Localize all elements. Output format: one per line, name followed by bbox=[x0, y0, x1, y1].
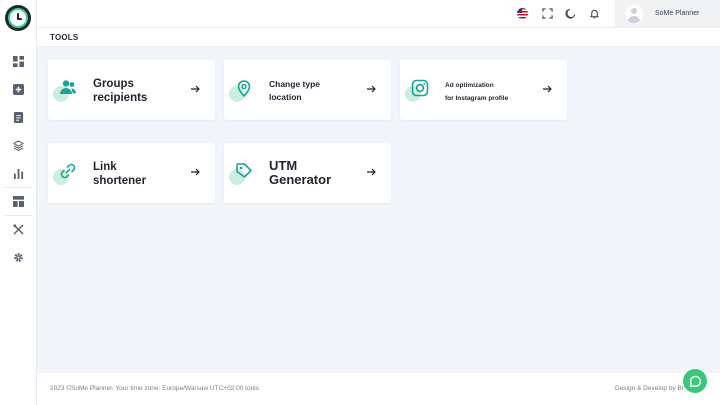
tool-label-line1: Link bbox=[93, 161, 117, 173]
sidebar-divider bbox=[4, 215, 33, 216]
map-pin-icon bbox=[234, 78, 254, 98]
footer: 2023 ©SoMe Planner. Your time zone: Euro… bbox=[37, 373, 720, 405]
tool-label: Change type location bbox=[269, 78, 320, 104]
fullscreen-button[interactable] bbox=[541, 7, 554, 20]
breadcrumb: TOOLS bbox=[37, 27, 720, 47]
tool-label: UTM Generator bbox=[269, 158, 332, 188]
arrow-right-icon bbox=[541, 82, 553, 94]
tool-label-line2: recipients bbox=[93, 92, 148, 105]
users-icon bbox=[58, 78, 78, 98]
tool-label-line2: shortener bbox=[93, 175, 147, 188]
tool-card-groups[interactable]: Groups recipients bbox=[48, 60, 215, 120]
page-title: TOOLS bbox=[50, 33, 79, 42]
tool-card-instagram[interactable]: Ad optimization for Instagram profile bbox=[400, 60, 567, 120]
grid-icon bbox=[12, 55, 24, 67]
tool-label-line1: Groups bbox=[93, 78, 134, 90]
user-name: SoMe Planner bbox=[655, 10, 700, 17]
sidebar-item-posts[interactable] bbox=[8, 107, 28, 127]
bell-icon bbox=[590, 9, 599, 19]
arrow-right-icon bbox=[189, 165, 201, 177]
footer-copyright: 2023 ©SoMe Planner. Your time zone: Euro… bbox=[50, 385, 259, 392]
dark-mode-button[interactable] bbox=[564, 7, 577, 20]
plus-square-icon bbox=[12, 83, 24, 95]
tool-label: Ad optimization for Instagram profile bbox=[445, 79, 508, 105]
bar-chart-icon bbox=[13, 168, 23, 179]
layout-icon bbox=[12, 195, 24, 207]
sidebar-divider bbox=[4, 187, 33, 188]
tools-icon bbox=[12, 223, 23, 234]
sidebar-item-layout[interactable] bbox=[8, 191, 28, 211]
footer-credits: Design & Develop by Br bbox=[615, 385, 685, 392]
tool-label-line1: Ad optimization bbox=[445, 82, 494, 89]
tool-label: Link shortener bbox=[93, 160, 146, 189]
gear-icon bbox=[13, 252, 23, 262]
tool-label-line1: Change type bbox=[269, 79, 321, 89]
tool-card-link[interactable]: Link shortener bbox=[48, 143, 215, 203]
avatar bbox=[625, 4, 643, 23]
tag-icon bbox=[234, 161, 254, 181]
arrow-right-icon bbox=[365, 165, 377, 177]
tool-card-utm[interactable]: UTM Generator bbox=[224, 143, 391, 203]
layers-icon bbox=[12, 139, 24, 151]
sidebar-item-tools[interactable] bbox=[8, 219, 28, 239]
arrow-right-icon bbox=[365, 82, 377, 94]
sidebar-item-layers[interactable] bbox=[8, 135, 28, 155]
notifications-button[interactable] bbox=[588, 7, 601, 20]
fullscreen-icon bbox=[542, 8, 553, 19]
chat-bubble-icon bbox=[689, 375, 701, 387]
user-menu[interactable]: SoMe Planner bbox=[615, 0, 720, 27]
moon-icon bbox=[565, 8, 576, 19]
sidebar-item-statistics[interactable] bbox=[8, 163, 28, 183]
sidebar-item-add[interactable] bbox=[8, 79, 28, 99]
document-icon bbox=[13, 111, 23, 123]
us-flag-icon[interactable] bbox=[517, 8, 528, 19]
tool-label: Groups recipients bbox=[93, 77, 147, 106]
sidebar bbox=[0, 0, 37, 405]
logo-clock-icon[interactable] bbox=[5, 5, 31, 31]
sidebar-item-settings[interactable] bbox=[8, 247, 28, 267]
top-bar: SoMe Planner bbox=[37, 0, 720, 27]
tool-label-line2: Generator bbox=[269, 172, 332, 188]
tool-card-location[interactable]: Change type location bbox=[224, 60, 391, 120]
sidebar-item-dashboard[interactable] bbox=[8, 51, 28, 71]
tool-label-line2: location bbox=[269, 92, 302, 103]
instagram-icon bbox=[410, 78, 430, 98]
chat-button[interactable] bbox=[683, 369, 707, 393]
arrow-right-icon bbox=[189, 82, 201, 94]
tool-label-line1: UTM bbox=[269, 158, 298, 173]
tool-label-line2: for Instagram profile bbox=[445, 95, 509, 102]
link-icon bbox=[58, 161, 78, 181]
